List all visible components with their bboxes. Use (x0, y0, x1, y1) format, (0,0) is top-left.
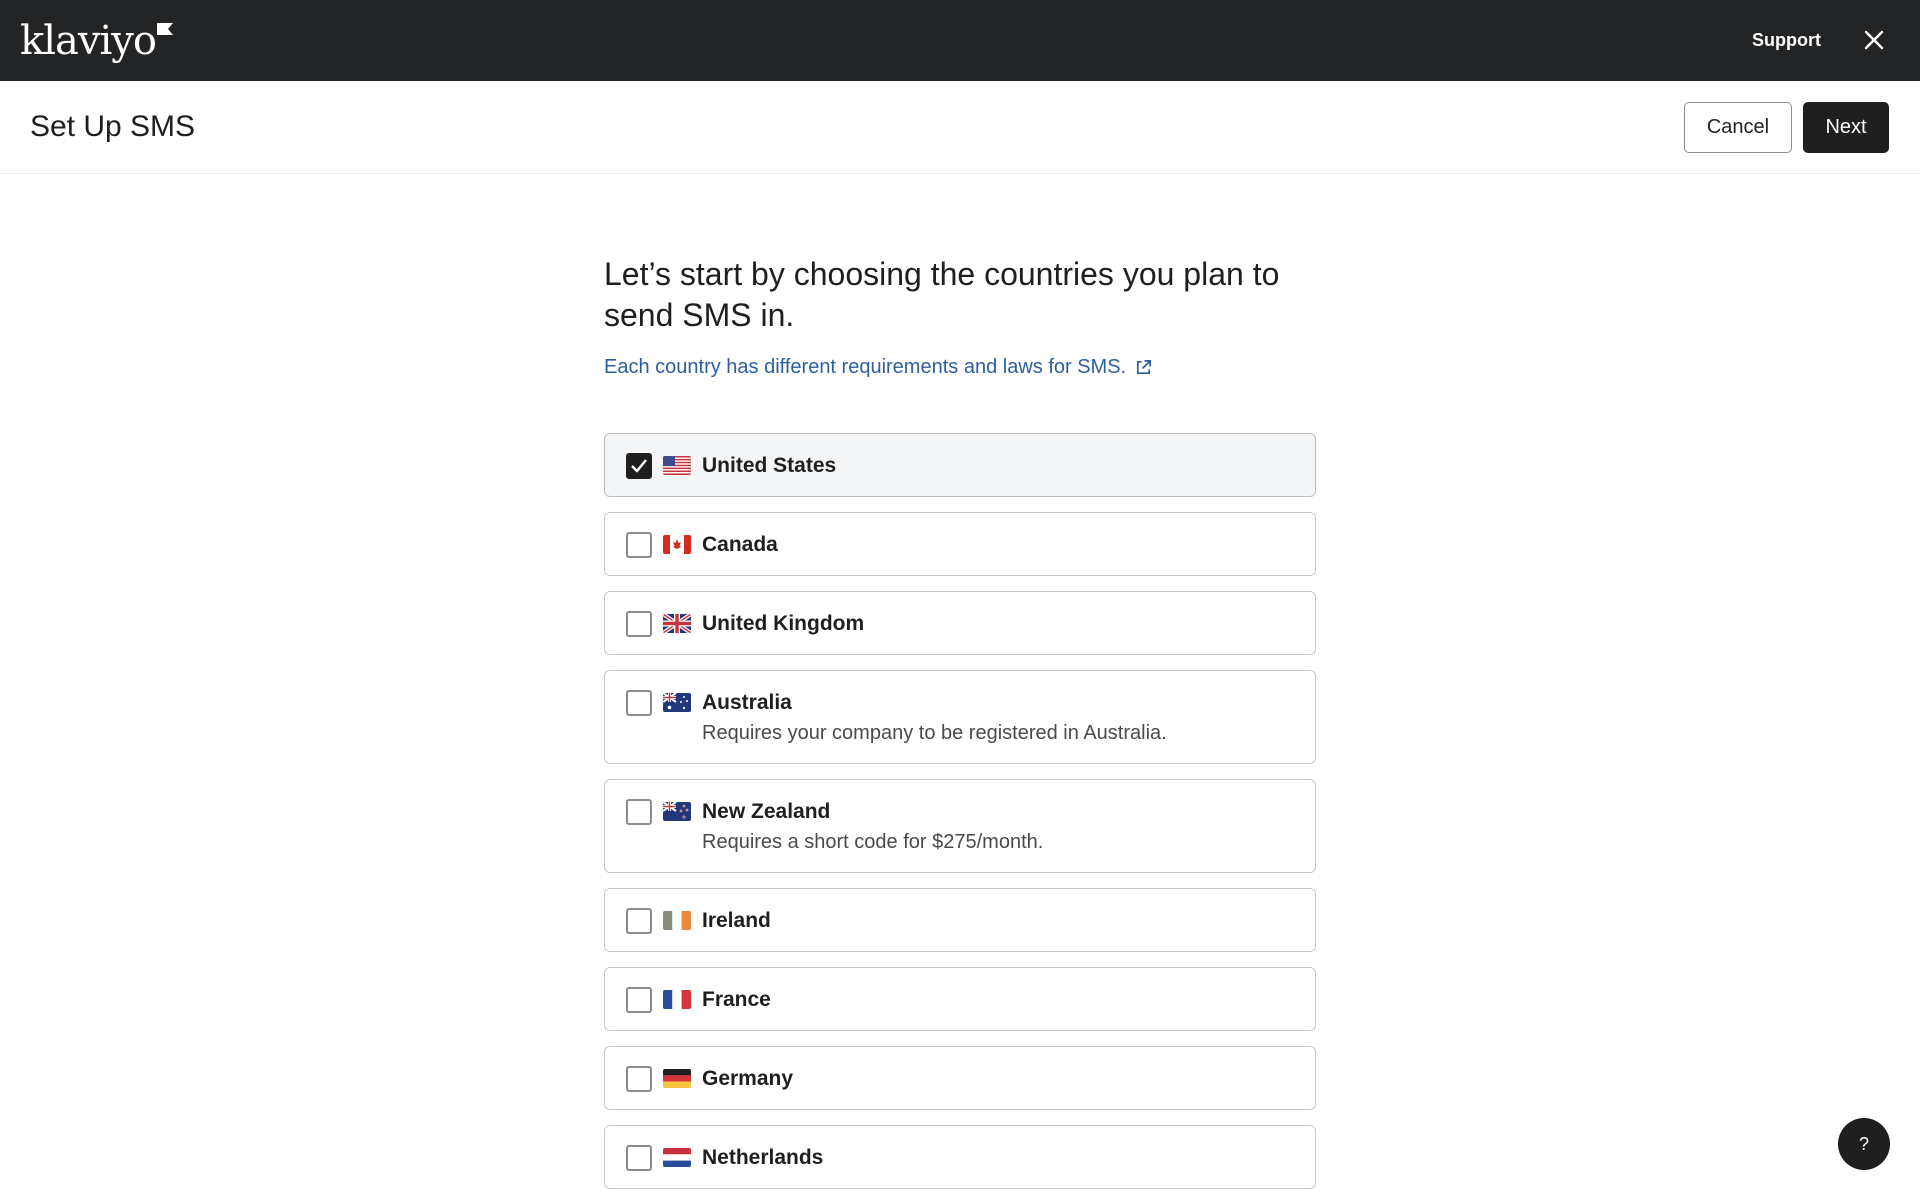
country-requirement-note: Requires a short code for $275/month. (702, 831, 1044, 853)
checkbox[interactable] (626, 611, 652, 637)
requirements-link-text: Each country has different requirements … (604, 356, 1127, 378)
close-icon[interactable] (1862, 28, 1886, 52)
germany-flag-icon (663, 1069, 691, 1088)
country-name: New Zealand (702, 800, 831, 823)
intro-heading: Let’s start by choosing the countries yo… (604, 256, 1280, 333)
support-link[interactable]: Support (1752, 28, 1821, 52)
country-name: France (702, 988, 771, 1011)
requirements-link[interactable]: Each country has different requirements … (604, 354, 1153, 380)
country-option-germany[interactable]: Germany (604, 1046, 1316, 1110)
page-header: Set Up SMS Cancel Next (0, 81, 1920, 174)
logo-text: klaviyo (20, 18, 157, 64)
country-option-united-kingdom[interactable]: United Kingdom (604, 591, 1316, 655)
country-option-australia[interactable]: Australia Requires your company to be re… (604, 670, 1316, 764)
us-flag-icon (663, 456, 691, 475)
page-title: Set Up SMS (30, 110, 196, 143)
country-option-france[interactable]: France (604, 967, 1316, 1031)
checkbox[interactable] (626, 690, 652, 716)
checkbox[interactable] (626, 1145, 652, 1171)
country-name: Netherlands (702, 1146, 824, 1169)
country-option-new-zealand[interactable]: New Zealand Requires a short code for $2… (604, 779, 1316, 873)
klaviyo-flag-icon (156, 23, 173, 35)
ireland-flag-icon (663, 911, 691, 930)
country-name: Ireland (702, 909, 771, 932)
country-name: Germany (702, 1067, 794, 1090)
country-option-ireland[interactable]: Ireland (604, 888, 1316, 952)
country-name: United Kingdom (702, 612, 865, 635)
help-icon: ? (1858, 1134, 1869, 1154)
checkbox-checked[interactable] (626, 453, 652, 479)
country-name: United States (702, 454, 837, 477)
country-option-united-states[interactable]: United States (604, 433, 1316, 497)
help-button[interactable]: ? (1838, 1118, 1890, 1170)
top-bar: klaviyo Support (0, 0, 1920, 81)
external-link-icon (1137, 359, 1152, 374)
cancel-button[interactable]: Cancel (1684, 102, 1792, 153)
netherlands-flag-icon (663, 1148, 691, 1167)
country-option-canada[interactable]: Canada (604, 512, 1316, 576)
checkbox[interactable] (626, 987, 652, 1013)
checkbox[interactable] (626, 799, 652, 825)
uk-flag-icon (663, 614, 691, 633)
new-zealand-flag-icon (663, 802, 691, 821)
checkbox[interactable] (626, 532, 652, 558)
canada-flag-icon (663, 535, 691, 554)
france-flag-icon (663, 990, 691, 1009)
australia-flag-icon (663, 693, 691, 712)
country-requirement-note: Requires your company to be registered i… (702, 722, 1167, 744)
country-option-netherlands[interactable]: Netherlands (604, 1125, 1316, 1189)
country-list: United States Canada United Kingdom Aust… (604, 433, 1316, 1200)
klaviyo-logo[interactable]: klaviyo (20, 17, 173, 65)
country-name: Australia (702, 691, 792, 714)
next-button[interactable]: Next (1803, 102, 1889, 153)
checkbox[interactable] (626, 1066, 652, 1092)
checkbox[interactable] (626, 908, 652, 934)
country-name: Canada (702, 533, 778, 556)
